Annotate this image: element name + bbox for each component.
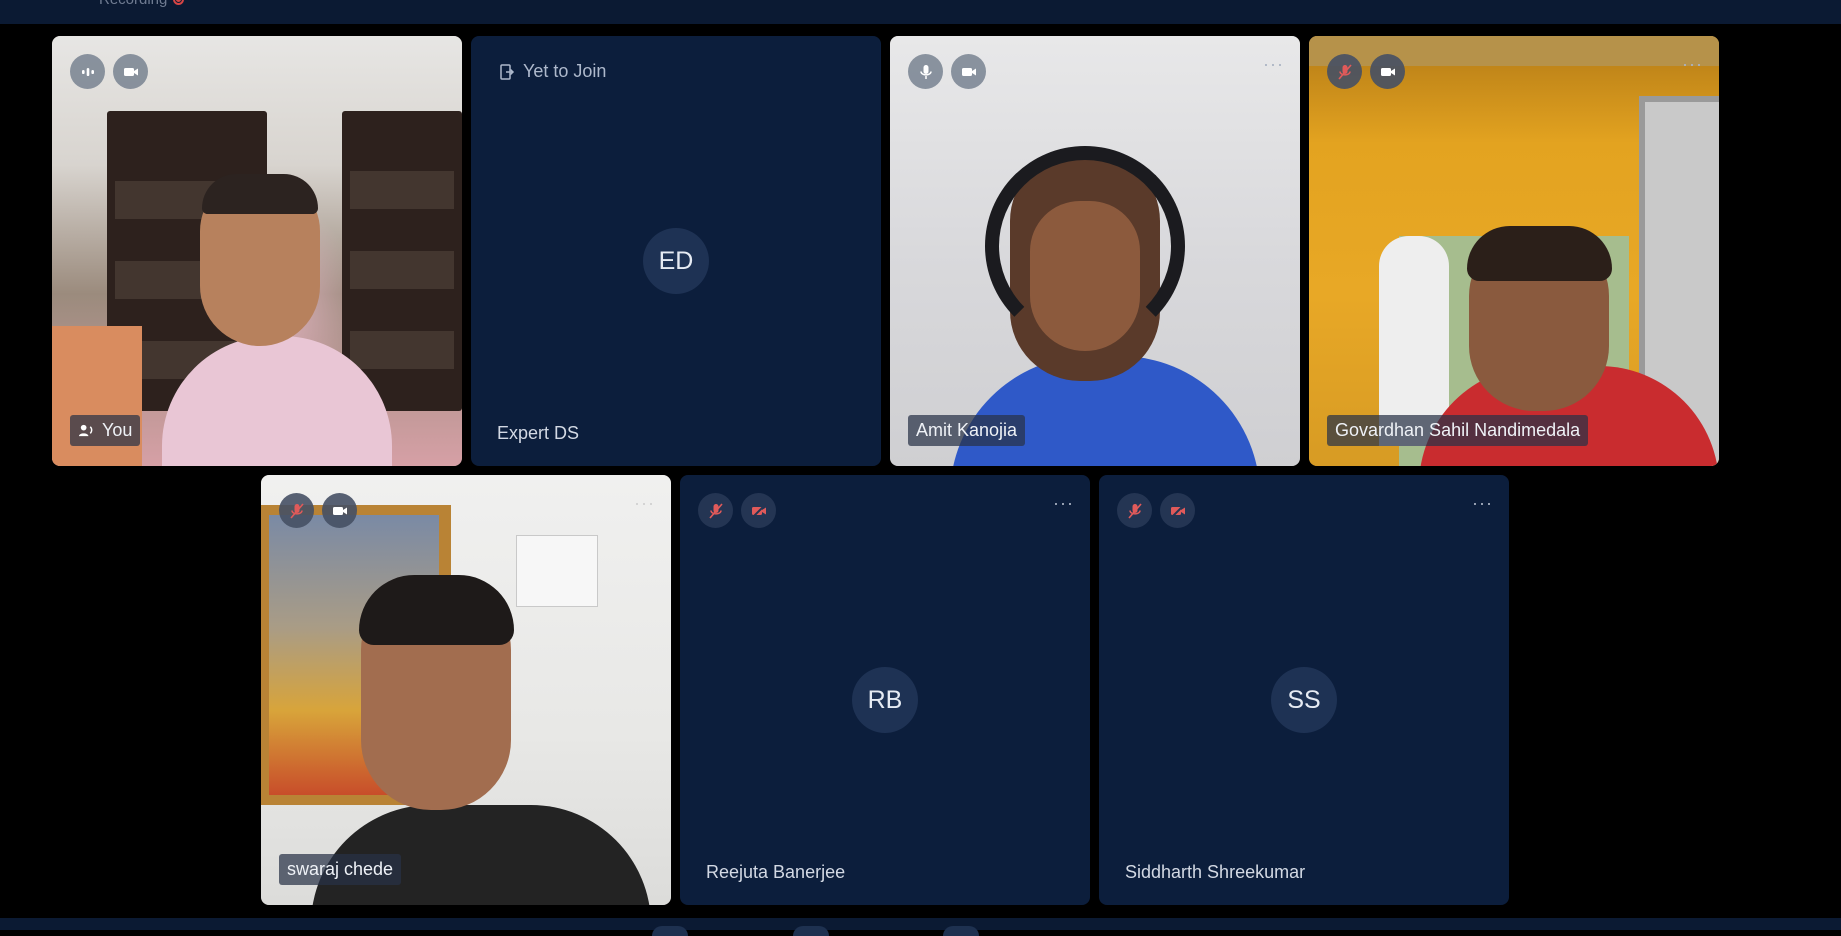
top-bar: Recording [0,0,1841,24]
participant-name: Govardhan Sahil Nandimedala [1335,420,1581,440]
participant-tile-amit-kanojia[interactable]: ··· Amit Kanojia [890,36,1300,466]
more-options-icon[interactable]: ··· [1053,494,1074,512]
participant-tile-expert-ds[interactable]: Yet to Join ED Expert DS [471,36,881,466]
participant-name-label: You [70,415,141,446]
camera-icon[interactable] [951,54,986,89]
more-options-icon[interactable]: ··· [634,494,655,512]
recording-label: Recording [99,0,167,8]
speaking-indicator-icon [70,54,105,89]
video-feed [1309,36,1719,466]
microphone-icon[interactable] [908,54,943,89]
toolbar-button[interactable] [943,926,979,936]
avatar: SS [1271,667,1337,733]
camera-icon[interactable] [322,493,357,528]
door-exit-icon [500,63,515,80]
more-options-icon[interactable]: ··· [1263,55,1284,73]
participant-tile-swaraj-chede[interactable]: ··· swaraj chede [261,475,671,905]
video-feed [890,36,1300,466]
video-feed [261,475,671,905]
more-options-icon[interactable]: ··· [1682,55,1703,73]
participant-name: Reejuta Banerjee [706,862,846,882]
microphone-muted-icon[interactable] [279,493,314,528]
participant-name: Expert DS [497,423,580,443]
avatar: RB [852,667,918,733]
camera-off-icon[interactable] [1160,493,1195,528]
microphone-muted-icon[interactable] [698,493,733,528]
microphone-muted-icon[interactable] [1327,54,1362,89]
participant-name: Amit Kanojia [916,420,1018,440]
participant-name: You [102,420,133,440]
bottom-toolbar [0,918,1841,930]
more-options-icon[interactable]: ··· [1472,494,1493,512]
participant-name-label: Govardhan Sahil Nandimedala [1327,415,1589,446]
participant-tile-you[interactable]: You [52,36,462,466]
participant-name-label: Amit Kanojia [908,415,1026,446]
microphone-muted-icon[interactable] [1117,493,1152,528]
camera-off-icon[interactable] [741,493,776,528]
toolbar-button[interactable] [652,926,688,936]
avatar: ED [643,228,709,294]
camera-icon[interactable] [1370,54,1405,89]
recording-dot-icon [173,0,185,5]
yet-to-join-status: Yet to Join [497,61,606,82]
participant-name: swaraj chede [287,859,394,879]
speaker-wave-icon [78,424,93,437]
video-feed [52,36,462,466]
camera-icon[interactable] [113,54,148,89]
participant-name: Siddharth Shreekumar [1125,862,1306,882]
toolbar-button[interactable] [793,926,829,936]
recording-indicator: Recording [99,0,185,8]
participant-name-label: swaraj chede [279,854,402,885]
participant-tile-reejuta-banerjee[interactable]: ··· RB Reejuta Banerjee [680,475,1090,905]
participant-tile-siddharth-shreekumar[interactable]: ··· SS Siddharth Shreekumar [1099,475,1509,905]
participant-tile-govardhan[interactable]: ··· Govardhan Sahil Nandimedala [1309,36,1719,466]
status-text: Yet to Join [523,61,607,81]
